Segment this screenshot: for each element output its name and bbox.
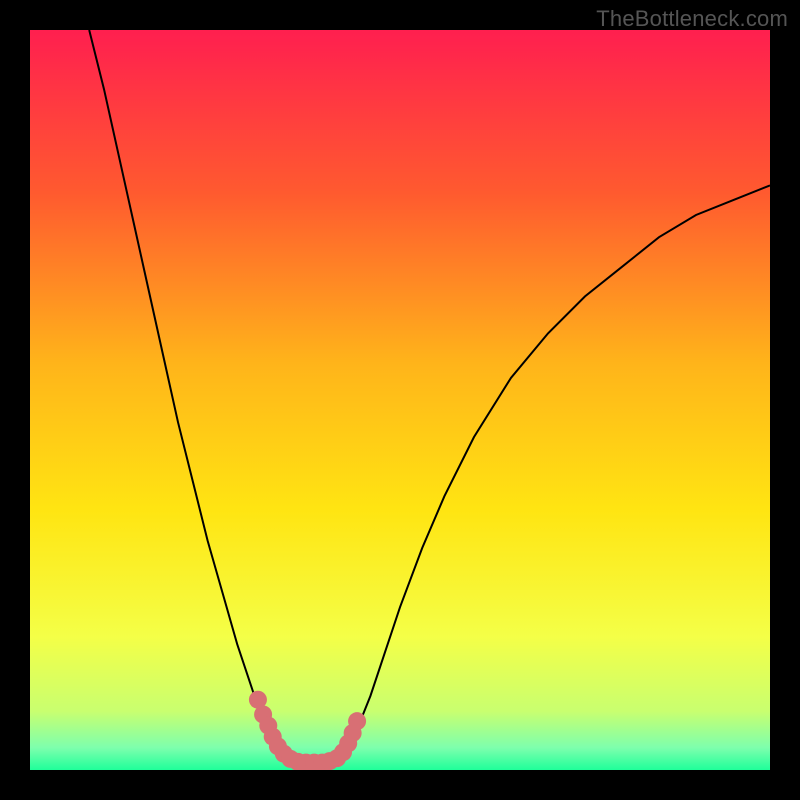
- bottleneck-curve-chart: [30, 30, 770, 770]
- plot-background: [30, 30, 770, 770]
- figure-frame: TheBottleneck.com: [0, 0, 800, 800]
- watermark-text: TheBottleneck.com: [596, 6, 788, 32]
- plot-area: [30, 30, 770, 770]
- curve-marker: [348, 712, 366, 730]
